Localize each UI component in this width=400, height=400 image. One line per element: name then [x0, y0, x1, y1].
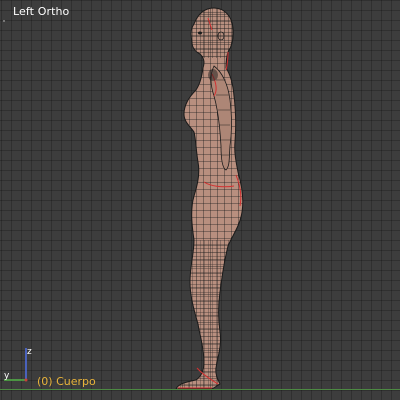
human-mesh-model[interactable] [0, 0, 400, 400]
3d-viewport[interactable]: Left Ortho z y (0) Cuerpo [0, 0, 400, 400]
z-axis-label: z [27, 347, 32, 357]
ground-grid-line [0, 389, 400, 390]
axis-orientation-gizmo: z y [4, 347, 32, 382]
y-axis-label: y [4, 371, 10, 381]
wireframe-overlay [180, 8, 243, 389]
active-object-label: (0) Cuerpo [37, 375, 96, 388]
x-axis-dot [24, 378, 28, 382]
